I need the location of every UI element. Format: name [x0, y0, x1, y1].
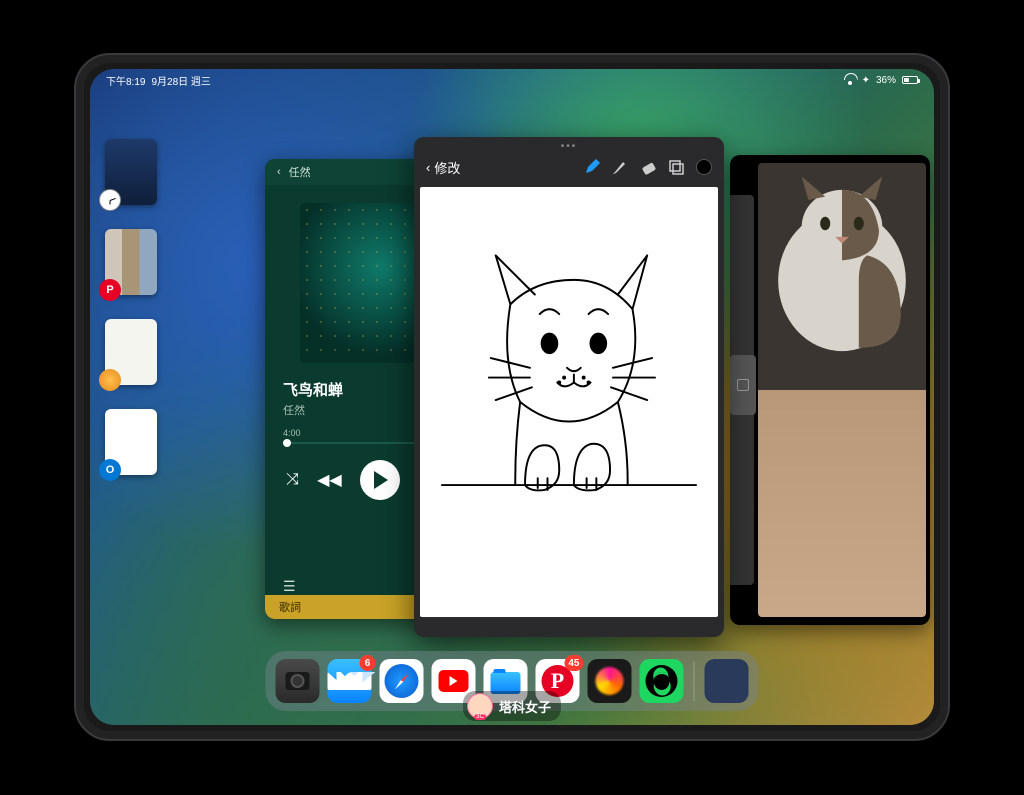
layers-icon[interactable] — [668, 159, 684, 175]
stage-thumb[interactable] — [105, 139, 157, 205]
chevron-left-icon[interactable]: ‹ — [277, 166, 281, 178]
eraser-tool-icon[interactable] — [640, 159, 656, 175]
ipad-device-frame: 下午8:19 9月28日 週三 ✦ 36% P O — [74, 53, 950, 741]
previous-icon[interactable]: ◀◀ — [317, 470, 342, 490]
spotify-app[interactable] — [640, 659, 684, 703]
camera-app[interactable] — [276, 659, 320, 703]
stage-thumb[interactable]: O — [105, 409, 157, 475]
time-elapsed: 4:00 — [283, 428, 301, 438]
battery-star: ✦ — [862, 75, 870, 86]
watermark: 塔科女子 — [463, 691, 561, 721]
brush-tool-icon[interactable] — [612, 159, 628, 175]
pen-tool-icon[interactable] — [584, 159, 600, 175]
shuffle-icon[interactable]: ⤨ — [286, 471, 299, 489]
mail-badge: 6 — [360, 655, 376, 671]
music-back-label[interactable]: 任然 — [289, 164, 311, 180]
mail-app[interactable]: 6 — [328, 659, 372, 703]
outlook-icon: O — [99, 459, 121, 481]
music-app-icon — [99, 369, 121, 391]
drawing-canvas[interactable] — [420, 187, 718, 617]
drawing-app-window[interactable]: ••• ‹ 修改 — [414, 137, 724, 637]
dock-separator — [694, 661, 695, 701]
stage-thumb[interactable]: P — [105, 229, 157, 295]
chevron-left-icon: ‹ — [426, 160, 430, 175]
pinterest-badge: 45 — [564, 655, 583, 671]
back-button[interactable]: ‹ 修改 — [426, 158, 460, 177]
crop-tool-icon[interactable] — [730, 355, 756, 415]
safari-app[interactable] — [380, 659, 424, 703]
battery-icon — [902, 76, 918, 84]
window-grab-handle[interactable]: ••• — [561, 141, 578, 152]
drawing-toolbar: ‹ 修改 — [414, 149, 724, 185]
queue-icon[interactable]: ☰ — [283, 578, 296, 595]
clock-icon — [99, 189, 121, 211]
watermark-avatar-icon — [467, 693, 493, 719]
wifi-icon — [844, 75, 856, 85]
status-time: 下午8:19 — [106, 73, 145, 88]
cat-photo[interactable] — [758, 163, 926, 617]
procreate-app[interactable] — [588, 659, 632, 703]
photo-viewer-window[interactable] — [730, 155, 930, 625]
back-label: 修改 — [434, 158, 460, 177]
stage-thumb[interactable] — [105, 319, 157, 385]
app-library[interactable] — [705, 659, 749, 703]
watermark-text: 塔科女子 — [499, 697, 551, 716]
color-picker[interactable] — [696, 159, 712, 175]
cat-photo-content — [758, 163, 926, 365]
cat-line-drawing — [420, 187, 718, 617]
status-bar: 下午8:19 9月28日 週三 ✦ 36% — [90, 69, 934, 89]
play-button[interactable] — [360, 460, 400, 500]
ipad-screen: 下午8:19 9月28日 週三 ✦ 36% P O — [90, 69, 934, 725]
pinterest-icon: P — [99, 279, 121, 301]
stage-manager-sidebar: P O — [96, 139, 166, 475]
status-date: 9月28日 週三 — [151, 73, 210, 88]
battery-percent: 36% — [876, 75, 896, 86]
